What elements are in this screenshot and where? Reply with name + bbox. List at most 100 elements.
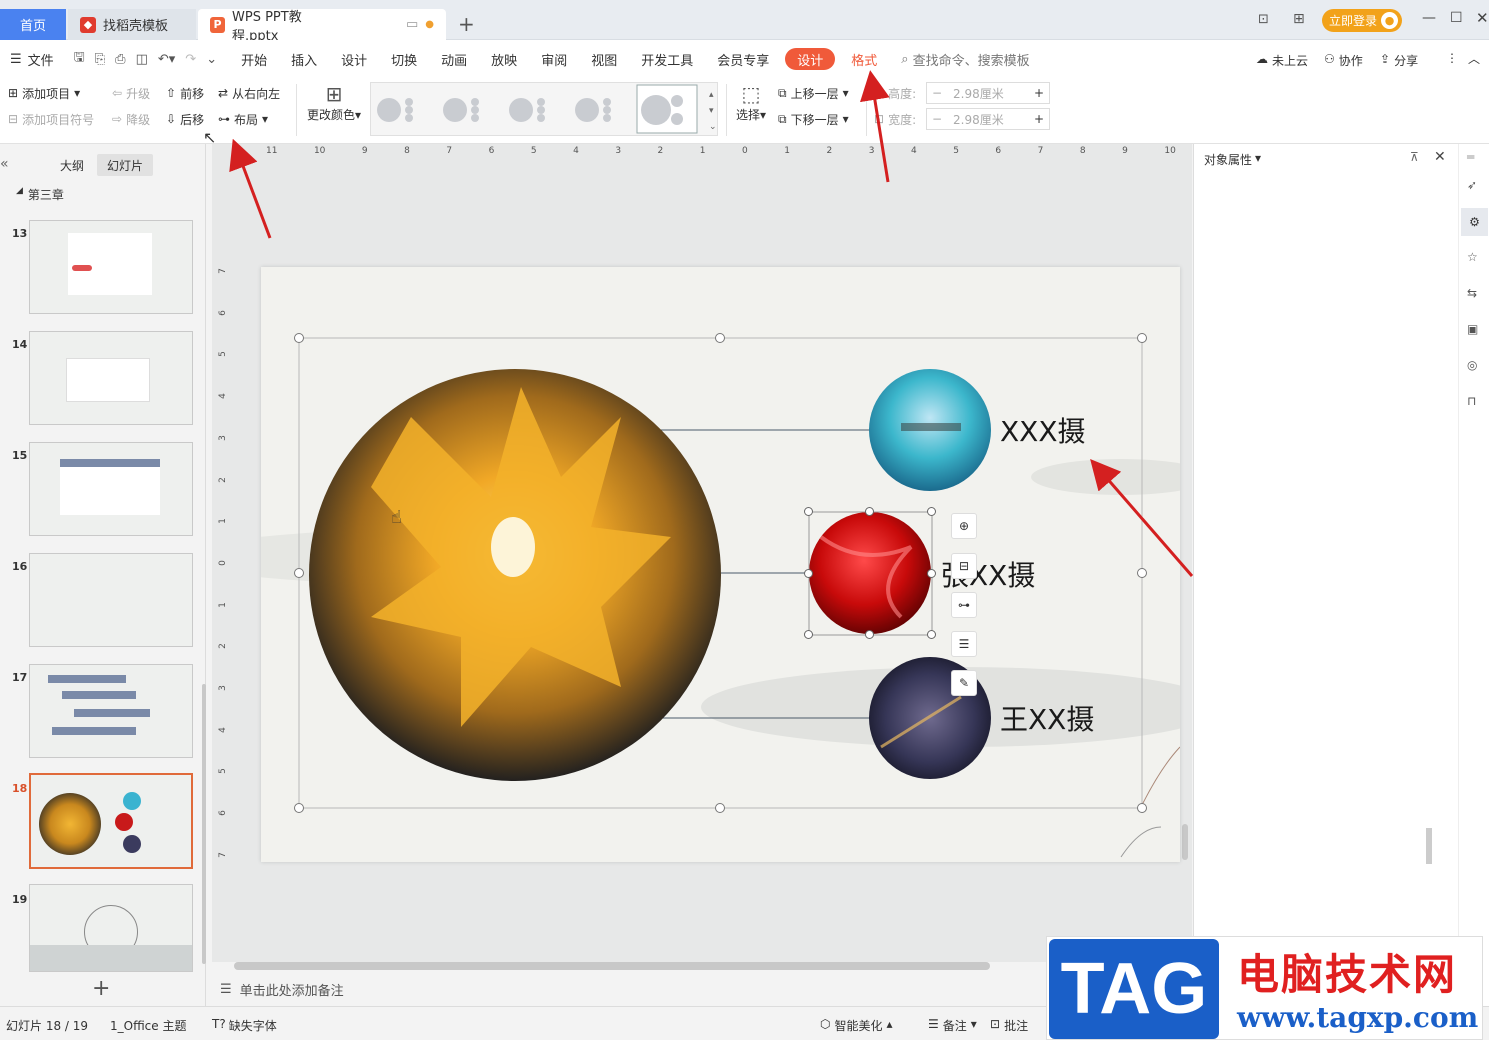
menu-developer[interactable]: 开发工具	[629, 40, 705, 78]
width-stepper[interactable]: − 2.98厘米 +	[926, 108, 1050, 130]
resize-handle[interactable]	[294, 803, 304, 813]
save-icon[interactable]: 🖫	[74, 48, 85, 70]
search-box[interactable]: ⌕ 查找命令、搜索模板	[889, 40, 1041, 78]
caption-1[interactable]: XXX摄	[1000, 410, 1086, 450]
current-slide[interactable]: XXX摄 張XX摄 王XX摄 ⊕ ⊟ ⊶ ☰ ✎ ☝	[261, 267, 1180, 862]
add-slide-icon[interactable]: +	[92, 976, 110, 1001]
customize-icon[interactable]: ⌄	[206, 52, 217, 67]
shape-handle[interactable]	[927, 569, 936, 578]
print-icon[interactable]: ⎙	[115, 52, 125, 67]
maximize-icon[interactable]: ☐	[1450, 10, 1463, 26]
shape-tree-icon[interactable]: ⊶	[951, 592, 977, 618]
slide-thumbnail-17[interactable]	[29, 664, 193, 758]
right-to-left-button[interactable]: ⇄ 从右向左	[218, 82, 280, 104]
height-stepper[interactable]: − 2.98厘米 +	[926, 82, 1050, 104]
add-item-button[interactable]: ⊞ 添加项目 ▾	[8, 82, 80, 104]
shape-handle[interactable]	[927, 630, 936, 639]
export-pdf-icon[interactable]: ⎘	[95, 52, 105, 67]
menu-format[interactable]: 格式	[839, 40, 889, 78]
caption-3[interactable]: 王XX摄	[1000, 698, 1094, 738]
leaf-photo[interactable]	[309, 369, 721, 781]
shape-handle[interactable]	[804, 630, 813, 639]
slide-thumbnail-19[interactable]	[29, 884, 193, 972]
menu-start[interactable]: 开始	[229, 40, 279, 78]
panel-scrollbar[interactable]	[202, 684, 206, 964]
slide-thumbnail-16[interactable]	[29, 553, 193, 647]
slide-thumbnail-14[interactable]	[29, 331, 193, 425]
beautify-button[interactable]: ⬡ 智能美化 ▴	[820, 1017, 893, 1034]
image-icon[interactable]: ▣	[1467, 322, 1478, 336]
properties-sliders-icon[interactable]: ⚙	[1461, 208, 1488, 236]
add-shape-icon[interactable]: ⊕	[951, 513, 977, 539]
menu-transition[interactable]: 切换	[379, 40, 429, 78]
shape-handle[interactable]	[865, 507, 874, 516]
menu-view[interactable]: 视图	[579, 40, 629, 78]
panel-scroll-thumb[interactable]	[1426, 828, 1432, 864]
slide-thumbnail-15[interactable]	[29, 442, 193, 536]
slide-thumbnail-18[interactable]	[29, 773, 193, 869]
star-icon[interactable]: ☆	[1467, 250, 1478, 264]
collapse-panel-icon[interactable]: «	[0, 156, 9, 172]
location-icon[interactable]: ◎	[1467, 358, 1477, 372]
height-decrease-icon[interactable]: −	[927, 86, 947, 100]
tab-slides[interactable]: 幻灯片	[97, 154, 153, 176]
beach-photo[interactable]	[869, 369, 991, 491]
menu-insert[interactable]: 插入	[279, 40, 329, 78]
shape-handle[interactable]	[804, 569, 813, 578]
width-increase-icon[interactable]: +	[1029, 112, 1049, 126]
resize-handle[interactable]	[1137, 803, 1147, 813]
menu-smartart-design[interactable]: 设计	[785, 48, 836, 70]
height-increase-icon[interactable]: +	[1029, 86, 1049, 100]
change-layout-icon[interactable]: ⊟	[951, 553, 977, 579]
properties-title[interactable]: 对象属性 ▾	[1204, 151, 1261, 168]
pin-icon[interactable]: ⊼	[1410, 150, 1419, 164]
add-bullet-button[interactable]: ⊟ 添加项目符号	[8, 108, 94, 130]
new-tab-icon[interactable]: +	[458, 12, 475, 36]
move-backward-button[interactable]: ⇩ 后移	[166, 108, 204, 130]
demote-button[interactable]: ⇨ 降级	[112, 108, 150, 130]
style-brush-icon[interactable]: ✎	[951, 670, 977, 696]
cloud-button[interactable]: ☁ 未上云	[1256, 52, 1308, 69]
menu-design[interactable]: 设计	[329, 40, 379, 78]
missing-font-button[interactable]: T? 缺失字体	[212, 1017, 277, 1034]
close-panel-icon[interactable]: ✕	[1434, 149, 1446, 165]
monitor-icon[interactable]: ▭	[406, 17, 418, 32]
promote-button[interactable]: ⇦ 升级	[112, 82, 150, 104]
tab-document[interactable]: P WPS PPT教程.pptx ▭ ●	[198, 9, 446, 44]
shape-handle[interactable]	[865, 630, 874, 639]
text-pane-icon[interactable]: ☰	[951, 631, 977, 657]
login-button[interactable]: 立即登录 ●	[1322, 9, 1402, 32]
comments-button[interactable]: ⊡ 批注	[990, 1017, 1028, 1034]
red-silk-photo[interactable]	[809, 512, 931, 634]
apps-grid-icon[interactable]: ⊞	[1293, 11, 1305, 27]
layout-button[interactable]: ⊶ 布局 ▾	[218, 108, 268, 130]
close-window-icon[interactable]: ✕	[1476, 9, 1489, 27]
change-color-button[interactable]: ⊞ 更改颜色▾	[304, 82, 364, 138]
redo-icon[interactable]: ↷	[185, 52, 196, 67]
collab-button[interactable]: ⚇ 协作	[1324, 52, 1363, 69]
slide-thumbnail-13[interactable]	[29, 220, 193, 314]
collapse-ribbon-icon[interactable]: ︿	[1468, 50, 1480, 67]
shape-handle[interactable]	[804, 507, 813, 516]
file-menu[interactable]: ☰ 文件	[0, 40, 66, 78]
tab-template[interactable]: ◆ 找稻壳模板	[68, 9, 196, 40]
layout-icon[interactable]: ⊡	[1258, 12, 1269, 27]
tab-outline[interactable]: 大纲	[50, 154, 94, 176]
rocket-icon[interactable]: ➶	[1467, 178, 1477, 192]
undo-icon[interactable]: ↶▾	[158, 52, 175, 67]
menu-slideshow[interactable]: 放映	[479, 40, 529, 78]
send-backward-button[interactable]: ⧉ 下移一层 ▾	[778, 108, 849, 130]
canvas-vertical-scrollbar[interactable]	[1182, 824, 1188, 860]
menu-review[interactable]: 审阅	[529, 40, 579, 78]
resize-handle[interactable]	[1137, 568, 1147, 578]
section-header[interactable]: ◢ 第三章	[16, 186, 64, 203]
canvas-horizontal-scrollbar[interactable]	[234, 962, 990, 970]
minimize-icon[interactable]: —	[1422, 10, 1436, 26]
theme-name[interactable]: 1_Office 主题	[110, 1017, 186, 1034]
width-decrease-icon[interactable]: −	[927, 112, 947, 126]
bring-forward-button[interactable]: ⧉ 上移一层 ▾	[778, 82, 849, 104]
share-button[interactable]: ⇪ 分享	[1380, 52, 1418, 69]
resize-handle[interactable]	[294, 568, 304, 578]
menu-member[interactable]: 会员专享	[705, 40, 781, 78]
move-forward-button[interactable]: ⇧ 前移	[166, 82, 204, 104]
